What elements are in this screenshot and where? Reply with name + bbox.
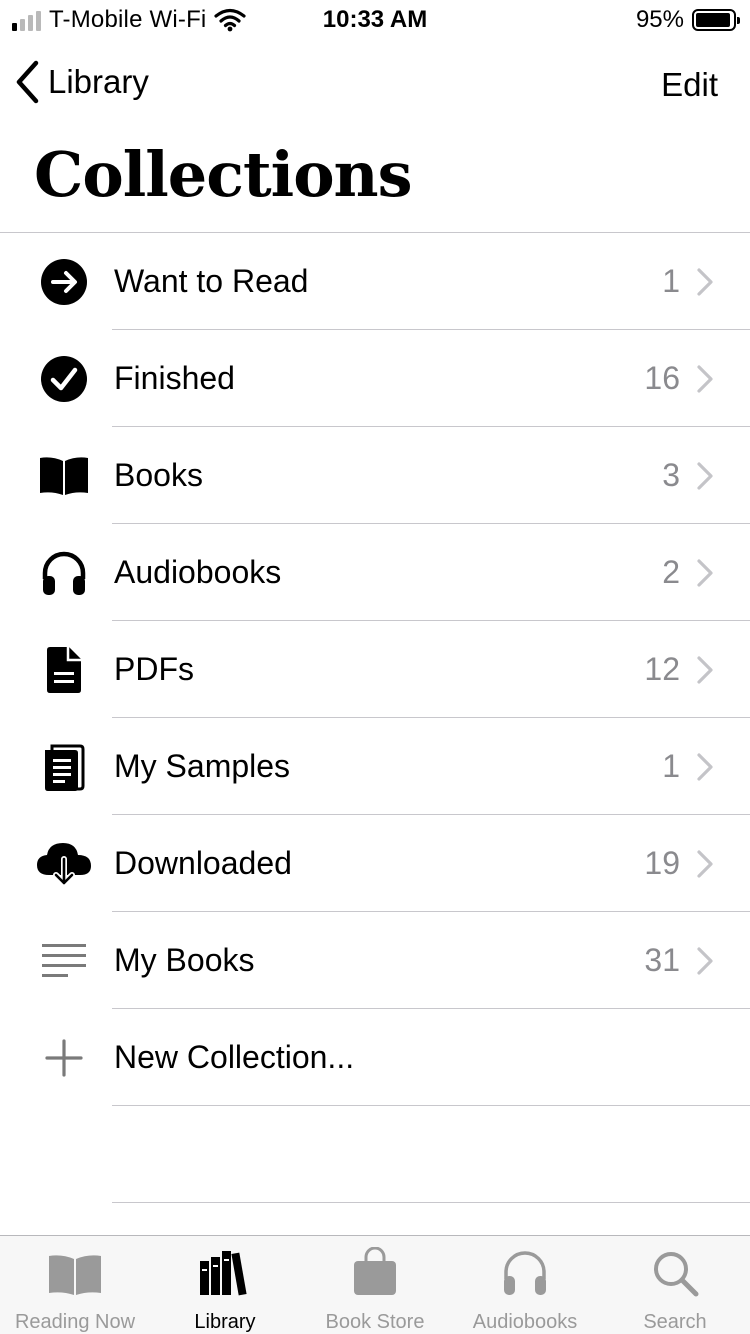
open-book-icon xyxy=(34,451,94,501)
collection-label: Books xyxy=(114,457,203,493)
tab-reading-now[interactable]: Reading Now xyxy=(0,1236,150,1334)
magnifier-icon xyxy=(645,1246,705,1297)
tab-label: Reading Now xyxy=(14,1311,136,1333)
collection-row-finished[interactable]: Finished 16 xyxy=(0,330,750,427)
chevron-right-icon xyxy=(697,268,713,296)
tab-audiobooks[interactable]: Audiobooks xyxy=(450,1236,600,1334)
headphones-icon xyxy=(34,548,94,598)
collection-count: 16 xyxy=(644,360,680,396)
back-label: Library xyxy=(48,63,149,100)
collection-label: My Samples xyxy=(114,748,291,784)
collection-row-books[interactable]: Books 3 xyxy=(0,427,750,524)
collection-label: Finished xyxy=(114,360,235,396)
list-bottom-divider xyxy=(112,1202,750,1203)
battery-percentage: 95% xyxy=(635,6,684,33)
battery-fill xyxy=(696,13,731,27)
collection-row-my-samples[interactable]: My Samples 1 xyxy=(0,718,750,815)
collection-label: My Books xyxy=(114,942,255,978)
status-bar: T-Mobile Wi-Fi 10:33 AM 95% xyxy=(0,0,750,40)
back-button[interactable]: Library xyxy=(14,60,149,104)
tab-bar: Reading Now Library Book Store Audiobook… xyxy=(0,1235,750,1334)
collection-count: 1 xyxy=(662,263,680,299)
collection-row-pdfs[interactable]: PDFs 12 xyxy=(0,621,750,718)
tab-label: Search xyxy=(643,1311,707,1333)
cloud-download-icon xyxy=(34,839,94,889)
collection-count: 1 xyxy=(662,748,680,784)
headphones-icon xyxy=(495,1246,555,1297)
chevron-right-icon xyxy=(697,462,713,490)
plus-icon xyxy=(34,1033,94,1083)
collection-row-audiobooks[interactable]: Audiobooks 2 xyxy=(0,524,750,621)
lines-list-icon xyxy=(34,936,94,986)
new-collection-label: New Collection... xyxy=(114,1039,355,1075)
collection-label: Want to Read xyxy=(114,263,309,299)
collection-row-downloaded[interactable]: Downloaded 19 xyxy=(0,815,750,912)
navigation-bar: Library Edit xyxy=(0,50,750,120)
battery-icon xyxy=(692,9,740,31)
collection-row-want-to-read[interactable]: Want to Read 1 xyxy=(0,233,750,330)
chevron-right-icon xyxy=(697,559,713,587)
collection-count: 12 xyxy=(644,651,680,687)
sample-book-icon xyxy=(34,742,94,792)
chevron-right-icon xyxy=(697,753,713,781)
open-book-icon xyxy=(45,1246,105,1297)
tab-label: Book Store xyxy=(325,1311,425,1333)
collections-list: Want to Read 1 Finished 16 Books 3 Audio… xyxy=(0,233,750,1106)
page-title: Collections xyxy=(34,138,413,211)
collection-label: Downloaded xyxy=(114,845,292,881)
arrow-right-circle-icon xyxy=(34,257,94,307)
chevron-right-icon xyxy=(697,850,713,878)
tab-book-store[interactable]: Book Store xyxy=(300,1236,450,1334)
collection-count: 31 xyxy=(644,942,680,978)
checkmark-circle-icon xyxy=(34,354,94,404)
chevron-left-icon xyxy=(16,60,39,104)
collection-count: 19 xyxy=(644,845,680,881)
collection-label: PDFs xyxy=(114,651,194,687)
tab-search[interactable]: Search xyxy=(600,1236,750,1334)
shopping-bag-icon xyxy=(345,1246,405,1297)
chevron-right-icon xyxy=(697,947,713,975)
chevron-right-icon xyxy=(697,656,713,684)
collection-label: Audiobooks xyxy=(114,554,282,590)
new-collection-row[interactable]: New Collection... xyxy=(0,1009,750,1106)
status-right: 95% xyxy=(635,6,740,34)
edit-button[interactable]: Edit xyxy=(661,66,718,104)
chevron-right-icon xyxy=(697,365,713,393)
tab-label: Audiobooks xyxy=(472,1311,578,1333)
tab-library[interactable]: Library xyxy=(150,1236,300,1334)
collection-count: 2 xyxy=(662,554,680,590)
collection-count: 3 xyxy=(662,457,680,493)
document-icon xyxy=(34,645,94,695)
library-books-icon xyxy=(195,1246,255,1297)
tab-label: Library xyxy=(194,1311,256,1333)
collection-row-my-books[interactable]: My Books 31 xyxy=(0,912,750,1009)
